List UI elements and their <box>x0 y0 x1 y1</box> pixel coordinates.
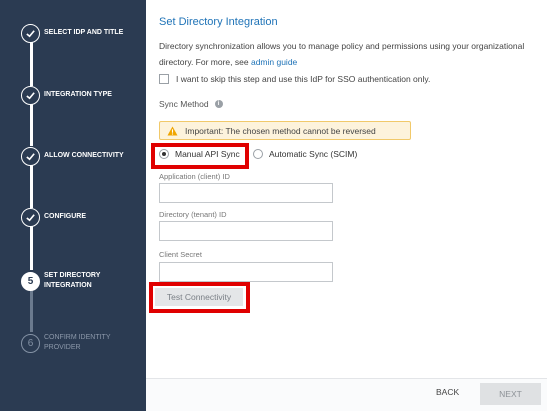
check-icon <box>21 85 40 105</box>
skip-step-checkbox[interactable] <box>159 74 169 84</box>
highlight-box <box>151 143 249 169</box>
step-number-badge: 5 <box>21 271 40 291</box>
admin-guide-link[interactable]: admin guide <box>251 57 297 67</box>
wizard-step-allow-connectivity[interactable]: ALLOW CONNECTIVITY <box>21 145 140 167</box>
page-title: Set Directory Integration <box>159 16 278 28</box>
app-id-input[interactable] <box>159 183 333 203</box>
check-icon <box>21 207 40 227</box>
client-secret-label: Client Secret <box>159 250 202 259</box>
warning-banner: Important: The chosen method cannot be r… <box>159 121 411 140</box>
back-button[interactable]: BACK <box>436 387 459 397</box>
wizard-step-set-directory-integration[interactable]: 5 SET DIRECTORY INTEGRATION <box>21 270 140 292</box>
progress-rail <box>30 104 33 146</box>
app-id-label: Application (client) ID <box>159 172 230 181</box>
tenant-id-input[interactable] <box>159 221 333 241</box>
step-number-badge: 6 <box>21 333 40 353</box>
wizard-step-integration-type[interactable]: INTEGRATION TYPE <box>21 84 140 106</box>
step-label: SET DIRECTORY INTEGRATION <box>44 272 101 289</box>
progress-rail <box>30 42 33 86</box>
highlight-box <box>149 282 250 313</box>
step-label: CONFIGURE <box>44 213 86 220</box>
skip-step-option[interactable]: I want to skip this step and use this Id… <box>159 74 430 84</box>
step-label: INTEGRATION TYPE <box>44 91 112 98</box>
client-secret-input[interactable] <box>159 262 333 282</box>
wizard-sidebar: SELECT IDP AND TITLE INTEGRATION TYPE AL… <box>0 0 146 411</box>
next-button[interactable]: NEXT <box>480 383 541 405</box>
wizard-step-select-idp[interactable]: SELECT IDP AND TITLE <box>21 22 140 44</box>
step-label: CONFIRM IDENTITY PROVIDER <box>44 334 111 351</box>
radio-automatic-sync[interactable]: Automatic Sync (SCIM) <box>253 149 357 159</box>
description: Directory synchronization allows you to … <box>159 38 539 70</box>
description-text: Directory synchronization allows you to … <box>159 41 525 67</box>
main-panel: Set Directory Integration Directory sync… <box>146 0 547 411</box>
tenant-id-label: Directory (tenant) ID <box>159 210 227 219</box>
step-label: ALLOW CONNECTIVITY <box>44 152 124 159</box>
warning-text: Important: The chosen method cannot be r… <box>185 125 376 136</box>
check-icon <box>21 146 40 166</box>
wizard-footer: BACK NEXT <box>146 378 547 411</box>
radio-button[interactable] <box>253 149 263 159</box>
sync-method-label: Sync Method i <box>159 99 223 109</box>
skip-step-label[interactable]: I want to skip this step and use this Id… <box>176 74 430 84</box>
progress-rail <box>30 164 33 208</box>
info-icon[interactable]: i <box>214 100 223 108</box>
wizard-step-confirm-identity-provider: 6 CONFIRM IDENTITY PROVIDER <box>21 332 140 354</box>
sync-method-text: Sync Method <box>159 99 209 109</box>
step-label: SELECT IDP AND TITLE <box>44 29 124 36</box>
progress-rail <box>30 290 33 332</box>
check-icon <box>21 23 40 43</box>
radio-label[interactable]: Automatic Sync (SCIM) <box>269 149 357 159</box>
warning-icon <box>167 125 178 136</box>
wizard-step-configure[interactable]: CONFIGURE <box>21 206 140 228</box>
progress-rail <box>30 226 33 270</box>
